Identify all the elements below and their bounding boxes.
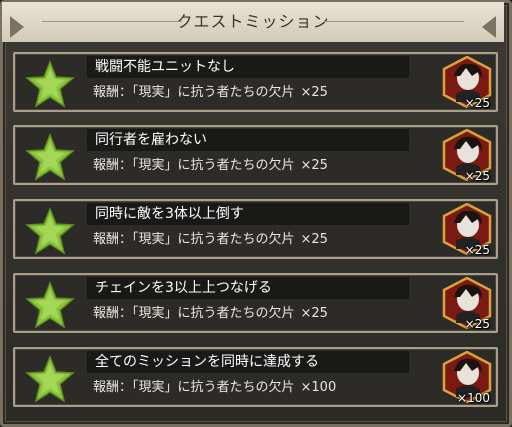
green-star-icon (25, 355, 75, 403)
character-shard-icon: ×25 (442, 55, 492, 110)
green-star-icon (25, 281, 75, 329)
mission-name: チェインを3以上上つなげる (87, 277, 409, 299)
item-quantity: ×100 (457, 391, 490, 405)
reward-count: ×25 (300, 85, 328, 100)
mission-reward: 報酬：「現実」に抗う者たちの欠片 ×25 (93, 156, 328, 176)
item-quantity: ×25 (464, 96, 490, 110)
mission-reward: 報酬：「現実」に抗う者たちの欠片 ×25 (93, 230, 328, 250)
item-quantity: ×25 (464, 243, 490, 257)
character-shard-icon: ×100 (442, 350, 492, 405)
panel-header: クエストミッション (2, 2, 504, 42)
green-star-icon (25, 207, 75, 255)
reward-label: 報酬：「現実」に抗う者たちの欠片 (93, 380, 295, 395)
green-star-icon (25, 60, 75, 108)
mission-name: 全てのミッションを同時に達成する (87, 351, 409, 373)
reward-label: 報酬：「現実」に抗う者たちの欠片 (93, 158, 295, 173)
reward-label: 報酬：「現実」に抗う者たちの欠片 (93, 306, 295, 321)
mission-reward: 報酬：「現実」に抗う者たちの欠片 ×25 (93, 304, 328, 324)
item-quantity: ×25 (464, 317, 490, 331)
reward-label: 報酬：「現実」に抗う者たちの欠片 (93, 232, 295, 247)
reward-label: 報酬：「現実」に抗う者たちの欠片 (93, 85, 295, 100)
mission-reward: 報酬：「現実」に抗う者たちの欠片 ×25 (93, 83, 328, 103)
mission-row: 同時に敵を3体以上倒す 報酬：「現実」に抗う者たちの欠片 ×25 ×25 (13, 199, 498, 259)
mission-row: 同行者を雇わない 報酬：「現実」に抗う者たちの欠片 ×25 ×25 (13, 125, 498, 185)
mission-reward: 報酬：「現実」に抗う者たちの欠片 ×100 (93, 378, 336, 398)
mission-row: チェインを3以上上つなげる 報酬：「現実」に抗う者たちの欠片 ×25 ×25 (13, 273, 498, 333)
character-shard-icon: ×25 (442, 276, 492, 331)
item-quantity: ×25 (464, 169, 490, 183)
character-shard-icon: ×25 (442, 202, 492, 257)
reward-count: ×25 (300, 158, 328, 173)
reward-count: ×100 (300, 380, 337, 395)
mission-name: 戦闘不能ユニットなし (87, 56, 409, 78)
mission-name: 同行者を雇わない (87, 129, 409, 151)
mission-name: 同時に敵を3体以上倒す (87, 203, 409, 225)
reward-count: ×25 (300, 232, 328, 247)
mission-row: 全てのミッションを同時に達成する 報酬：「現実」に抗う者たちの欠片 ×100 ×1… (13, 347, 498, 407)
panel-title: クエストミッション (2, 2, 504, 42)
mission-row: 戦闘不能ユニットなし 報酬：「現実」に抗う者たちの欠片 ×25 ×25 (13, 52, 498, 112)
green-star-icon (25, 133, 75, 181)
character-shard-icon: ×25 (442, 128, 492, 183)
reward-count: ×25 (300, 306, 328, 321)
